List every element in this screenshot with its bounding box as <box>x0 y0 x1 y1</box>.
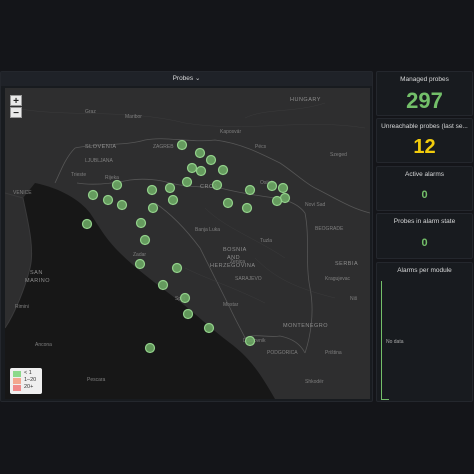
unreachable-probes-label: Unreachable probes (last se... <box>381 123 468 130</box>
probe-marker-rijeka-2[interactable] <box>135 217 147 229</box>
label-banja-luka: Banja Luka <box>195 227 220 233</box>
probe-marker-zagreb-area-2[interactable] <box>194 147 206 159</box>
probe-marker-zagreb-area-12[interactable] <box>147 202 159 214</box>
probes-in-alarm-value: 0 <box>421 237 428 249</box>
label-rimini: Rimini <box>15 304 29 310</box>
legend-label: < 1 <box>24 370 32 376</box>
probe-marker-split-1[interactable] <box>157 279 169 291</box>
label-belgrade: BEOGRADE <box>315 226 344 232</box>
probe-marker-split-2[interactable] <box>179 292 191 304</box>
label-ancona: Ancona <box>35 342 52 348</box>
managed-probes-panel[interactable]: Managed probes 297 <box>376 71 473 116</box>
label-nis: Niš <box>350 296 358 302</box>
label-pescara: Pescara <box>87 377 106 383</box>
label-szeged: Szeged <box>330 152 347 158</box>
probe-marker-osijek-2[interactable] <box>277 182 289 194</box>
probe-marker-osijek-1[interactable] <box>266 180 278 192</box>
legend-row: 20+ <box>13 384 42 391</box>
alarms-per-module-label: Alarms per module <box>397 267 452 274</box>
label-pecs: Pécs <box>255 144 267 150</box>
probe-marker-zagreb-area-7[interactable] <box>164 182 176 194</box>
probe-marker-zagreb-area-11[interactable] <box>217 164 229 176</box>
map-panel-title[interactable]: Probes ⌄ <box>1 72 372 86</box>
active-alarms-value: 0 <box>421 189 428 201</box>
probe-marker-zagreb-area-5[interactable] <box>195 165 207 177</box>
alarms-per-module-panel[interactable]: Alarms per module No data <box>376 262 473 402</box>
label-maribor: Maribor <box>125 114 142 120</box>
label-ljubljana: LJUBLJANA <box>85 158 113 164</box>
legend-row: < 1 <box>13 370 42 377</box>
probe-marker-zagreb-area-9[interactable] <box>167 194 179 206</box>
map-view[interactable]: HUNGARY SLOVENIA LJUBLJANA ZAGREB CROA B… <box>5 88 370 399</box>
label-mostar: Mostar <box>223 302 239 308</box>
probe-marker-zagreb-area-1[interactable] <box>176 139 188 151</box>
probe-marker-istria-3[interactable] <box>116 199 128 211</box>
legend-swatch-orange <box>13 377 21 384</box>
probe-marker-istria-4[interactable] <box>81 218 93 230</box>
map-panel: Probes ⌄ HUNGARY SLOVENIA LJUBLJANA ZAGR… <box>0 71 373 402</box>
managed-probes-value: 297 <box>406 88 443 113</box>
active-alarms-label: Active alarms <box>404 171 444 178</box>
probe-marker-dalmatia-1[interactable] <box>144 342 156 354</box>
label-zagreb: ZAGREB <box>153 144 174 150</box>
graph-axis-line <box>381 281 382 399</box>
label-kragujevac: Kragujevac <box>325 276 351 282</box>
probe-marker-dubrovnik-1[interactable] <box>244 335 256 347</box>
probe-marker-istria-2[interactable] <box>102 194 114 206</box>
probe-marker-zagreb-area-3[interactable] <box>205 154 217 166</box>
probe-marker-slavonia-2[interactable] <box>241 202 253 214</box>
label-kaposvar: Kaposvár <box>220 129 241 135</box>
probe-marker-lika-2[interactable] <box>171 262 183 274</box>
label-slovenia: SLOVENIA <box>85 144 117 150</box>
label-trieste: Trieste <box>71 172 86 178</box>
graph-axis-line <box>381 399 389 400</box>
probe-marker-zagreb-area-10[interactable] <box>211 179 223 191</box>
probe-marker-rijeka-1[interactable] <box>111 179 123 191</box>
label-marino: MARINO <box>25 278 50 284</box>
probe-marker-osijek-4[interactable] <box>271 195 283 207</box>
map-legend: < 1 1–20 20+ <box>10 368 42 394</box>
probes-in-alarm-label: Probes in alarm state <box>393 218 456 225</box>
probe-marker-slavonia-1[interactable] <box>244 184 256 196</box>
legend-swatch-green <box>13 370 21 377</box>
no-data-text: No data <box>386 339 404 345</box>
label-montenegro: MONTENEGRO <box>283 323 328 329</box>
managed-probes-label: Managed probes <box>400 76 449 83</box>
probe-marker-zadar-1[interactable] <box>134 258 146 270</box>
map-canvas[interactable]: HUNGARY SLOVENIA LJUBLJANA ZAGREB CROA B… <box>5 88 370 399</box>
label-tuzla: Tuzla <box>260 238 272 244</box>
zoom-out-button[interactable]: − <box>10 107 22 119</box>
label-shkoder: Shkodër <box>305 379 324 385</box>
legend-swatch-red <box>13 384 21 391</box>
label-bosnia: BOSNIA <box>223 247 247 253</box>
zoom-in-button[interactable]: + <box>10 95 22 107</box>
unreachable-probes-panel[interactable]: Unreachable probes (last se... 12 <box>376 118 473 163</box>
label-zenica: Zenica <box>230 259 245 265</box>
probe-marker-makarska-1[interactable] <box>203 322 215 334</box>
probe-marker-lika-1[interactable] <box>139 234 151 246</box>
legend-label: 1–20 <box>24 377 37 383</box>
label-graz: Graz <box>85 109 96 115</box>
legend-row: 1–20 <box>13 377 42 384</box>
probes-in-alarm-panel[interactable]: Probes in alarm state 0 <box>376 213 473 259</box>
label-zadar: Zadar <box>133 252 146 258</box>
label-serbia: SERBIA <box>335 261 358 267</box>
probe-marker-slavonia-3[interactable] <box>222 197 234 209</box>
probe-marker-split-3[interactable] <box>182 308 194 320</box>
label-podgorica: PODGORICA <box>267 350 298 356</box>
probe-marker-zagreb-area-8[interactable] <box>146 184 158 196</box>
label-san: SAN <box>30 270 43 276</box>
label-sarajevo: SARAJEVO <box>235 276 262 282</box>
label-hungary: HUNGARY <box>290 97 321 103</box>
label-pristina: Priština <box>325 350 342 356</box>
legend-label: 20+ <box>24 384 34 390</box>
active-alarms-panel[interactable]: Active alarms 0 <box>376 166 473 211</box>
unreachable-probes-value: 12 <box>413 136 436 158</box>
probe-marker-zagreb-area-4[interactable] <box>186 162 198 174</box>
label-novi-sad: Novi Sad <box>305 202 326 208</box>
probe-marker-istria-1[interactable] <box>87 189 99 201</box>
label-venice: VENICE <box>13 190 32 196</box>
probe-marker-zagreb-area-6[interactable] <box>181 176 193 188</box>
